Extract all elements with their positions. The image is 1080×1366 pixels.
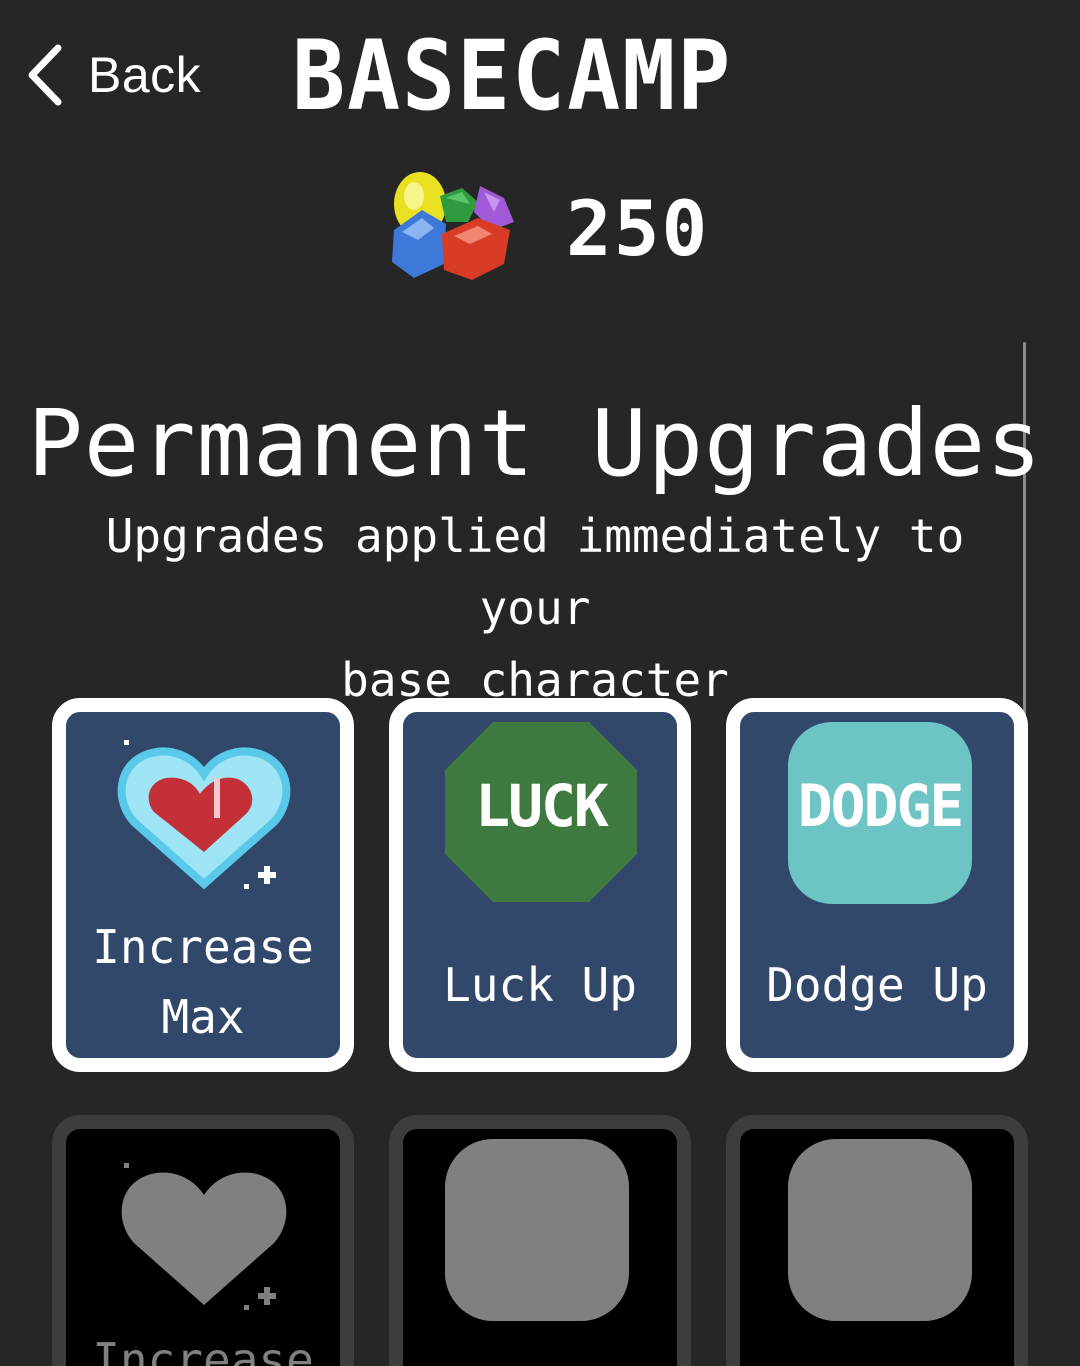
dodge-badge-text: DODGE [797, 772, 965, 840]
upgrade-label: Dodge Up [766, 958, 988, 1012]
heart-icon [117, 740, 291, 890]
upgrade-card-locked[interactable] [726, 1115, 1028, 1366]
back-button[interactable]: Back [22, 40, 201, 110]
upgrade-card-dodge[interactable]: DODGE Dodge Up [726, 698, 1028, 1072]
subtitle-line-1: Upgrades applied immediately to your [105, 509, 965, 635]
luck-badge-icon: LUCK [443, 720, 639, 904]
section-subtitle: Upgrades applied immediately to your bas… [100, 500, 970, 716]
section-title: Permanent Upgrades [27, 390, 1043, 497]
app-title: BASECAMP [292, 20, 733, 132]
back-label: Back [88, 47, 202, 103]
dodge-badge-icon: DODGE [786, 720, 982, 904]
heart-icon [121, 1163, 287, 1310]
luck-badge-text: LUCK [475, 772, 609, 840]
upgrade-card-locked[interactable] [389, 1115, 691, 1366]
upgrade-label-line-2: Max Health [161, 990, 245, 1044]
chevron-left-icon [28, 44, 62, 106]
locked-badge-icon [445, 1139, 629, 1321]
locked-badge-icon [788, 1139, 972, 1321]
upgrade-label: Increase [92, 1333, 314, 1366]
upgrade-label: Luck Up [443, 958, 637, 1012]
currency-amount: 250 [566, 183, 710, 273]
gems-icon [392, 172, 514, 280]
upgrade-label: Increase Max Health [66, 912, 340, 1058]
basecamp-screen: Back BASECAMP 250 Permanent Upgrades Upg… [0, 0, 1080, 1366]
upgrade-label-line-1: Increase [92, 920, 314, 974]
upgrade-card-luck[interactable]: LUCK Luck Up [389, 698, 691, 1072]
currency-display: 250 [388, 168, 709, 288]
upgrade-card-locked[interactable]: Increase [52, 1115, 354, 1366]
upgrade-card-max-health[interactable]: Increase Max Health [52, 698, 354, 1072]
